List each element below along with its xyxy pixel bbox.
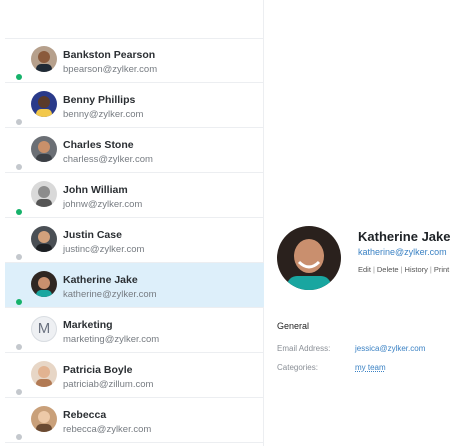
contact-email: katherine@zylker.com (63, 289, 157, 300)
online-status-dot (16, 209, 22, 215)
contact-name: Patricia Boyle (63, 364, 133, 376)
print-link[interactable]: Print (434, 265, 449, 274)
edit-link[interactable]: Edit (358, 265, 371, 274)
contact-row-bankston-pearson[interactable]: Bankston Pearson bpearson@zylker.com (5, 38, 264, 83)
detail-actions: Edit | Delete | History | Print (358, 265, 449, 274)
contact-row-benny-phillips[interactable]: Benny Phillips benny@zylker.com (5, 83, 264, 128)
contact-email: marketing@zylker.com (63, 334, 160, 345)
avatar (31, 361, 57, 387)
contact-email: benny@zylker.com (63, 109, 144, 120)
avatar (31, 91, 57, 117)
offline-status-dot (16, 344, 22, 350)
contact-email: patriciab@zillum.com (63, 379, 154, 390)
contact-name: Katherine Jake (63, 274, 138, 286)
section-title-general: General (277, 321, 310, 331)
contact-email: johnw@zylker.com (63, 199, 143, 210)
avatar (31, 181, 57, 207)
profile-photo (277, 226, 341, 290)
contact-name: Justin Case (63, 229, 122, 241)
delete-link[interactable]: Delete (377, 265, 399, 274)
contact-name: Marketing (63, 319, 113, 331)
contact-email: charless@zylker.com (63, 154, 153, 165)
online-status-dot (16, 74, 22, 80)
contact-row-justin-case[interactable]: Justin Case justinc@zylker.com (5, 218, 264, 263)
contact-row-charles-stone[interactable]: Charles Stone charless@zylker.com (5, 128, 264, 173)
online-status-dot (16, 299, 22, 305)
categories-label: Categories: (277, 363, 318, 372)
avatar (31, 226, 57, 252)
contact-name: Benny Phillips (63, 94, 136, 106)
email-address-value[interactable]: jessica@zylker.com (355, 344, 425, 353)
contact-email: rebecca@zylker.com (63, 424, 152, 435)
categories-value[interactable]: my team (355, 363, 386, 372)
offline-status-dot (16, 434, 22, 440)
avatar (31, 46, 57, 72)
detail-email-link[interactable]: katherine@zylker.com (358, 247, 447, 257)
contact-detail-pane: Katherine Jake katherine@zylker.com Edit… (265, 0, 474, 446)
detail-name: Katherine Jake (358, 229, 451, 244)
contact-name: Charles Stone (63, 139, 134, 151)
avatar (31, 406, 57, 432)
contact-email: bpearson@zylker.com (63, 64, 158, 75)
offline-status-dot (16, 389, 22, 395)
contact-row-rebecca[interactable]: Rebecca rebecca@zylker.com (5, 398, 264, 443)
contact-row-marketing[interactable]: M Marketing marketing@zylker.com (5, 308, 264, 353)
contact-name: Rebecca (63, 409, 107, 421)
history-link[interactable]: History (405, 265, 428, 274)
contact-row-katherine-jake[interactable]: Katherine Jake katherine@zylker.com (5, 263, 264, 308)
offline-status-dot (16, 119, 22, 125)
contact-list: Bankston Pearson bpearson@zylker.com Ben… (5, 0, 264, 446)
avatar (31, 136, 57, 162)
offline-status-dot (16, 254, 22, 260)
avatar (31, 271, 57, 297)
contact-row-patricia-boyle[interactable]: Patricia Boyle patriciab@zillum.com (5, 353, 264, 398)
offline-status-dot (16, 164, 22, 170)
avatar: M (31, 316, 57, 342)
contact-email: justinc@zylker.com (63, 244, 145, 255)
contact-row-john-william[interactable]: John William johnw@zylker.com (5, 173, 264, 218)
contact-name: Bankston Pearson (63, 49, 156, 61)
email-address-label: Email Address: (277, 344, 331, 353)
contact-name: John William (63, 184, 128, 196)
